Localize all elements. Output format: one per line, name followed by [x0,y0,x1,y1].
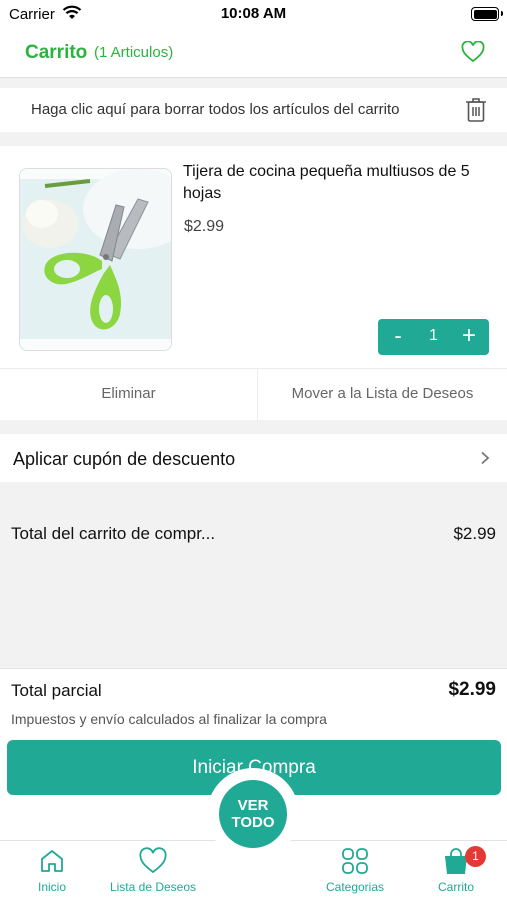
apply-coupon-label[interactable]: Aplicar cupón de descuento [13,449,235,470]
item-count: (1 Articulos) [94,44,174,61]
clear-cart-text[interactable]: Haga clic aquí para borrar todos los art… [31,101,400,118]
tab-home[interactable]: Inicio [27,847,77,894]
cart-item: Tijera de cocina pequeña multiusos de 5 … [0,146,507,421]
chevron-right-icon[interactable] [480,451,490,470]
clock: 10:08 AM [220,5,287,22]
clear-cart-bar[interactable]: Haga clic aquí para borrar todos los art… [0,88,507,132]
trash-icon[interactable] [465,97,487,128]
product-name[interactable]: Tijera de cocina pequeña multiusos de 5 … [183,161,501,205]
remove-item-button[interactable]: Eliminar [0,369,258,421]
view-all-line2: TODO [231,814,275,831]
home-icon [38,850,66,878]
tab-cart[interactable]: 1 Carrito [426,846,486,894]
shopping-bag-icon [442,848,470,878]
tab-categories[interactable]: Categorias [316,847,394,894]
apply-coupon-row[interactable]: Aplicar cupón de descuento [0,434,507,482]
product-image[interactable] [19,168,172,351]
view-all-line1: VER [237,797,269,814]
tab-wishlist-label: Lista de Deseos [109,880,197,894]
tab-home-label: Inicio [37,880,66,894]
cart-badge: 1 [465,846,486,867]
heart-icon[interactable] [461,40,485,68]
subtotal-value: $2.99 [448,679,496,700]
tab-wishlist[interactable]: Lista de Deseos [100,847,206,894]
cart-total-value: $2.99 [453,524,496,543]
page-title: Carrito [25,42,88,63]
increase-quantity-button[interactable]: + [459,322,479,350]
tab-cart-label: Carrito [437,880,474,894]
cart-total-label: Total del carrito de compr... [11,524,216,543]
tax-note: Impuestos y envío calculados al finaliza… [11,711,327,727]
status-bar: Carrier 10:08 AM [0,0,507,30]
subtotal-label: Total parcial [11,681,102,700]
cart-total-section: Total del carrito de compr... $2.99 [0,482,507,668]
move-to-wishlist-button[interactable]: Mover a la Lista de Deseos [258,369,507,421]
decrease-quantity-button[interactable]: - [388,323,408,349]
header: Carrito (1 Articulos) [0,30,507,78]
item-actions: Eliminar Mover a la Lista de Deseos [0,368,507,421]
view-all-button[interactable]: VER TODO [219,780,287,848]
tab-categories-label: Categorias [325,880,385,894]
heart-outline-icon [138,847,168,878]
grid-icon [340,848,370,878]
battery-icon [471,7,503,21]
quantity-stepper: - 1 + [378,319,489,355]
quantity-value: 1 [429,327,438,344]
product-price: $2.99 [184,218,225,235]
